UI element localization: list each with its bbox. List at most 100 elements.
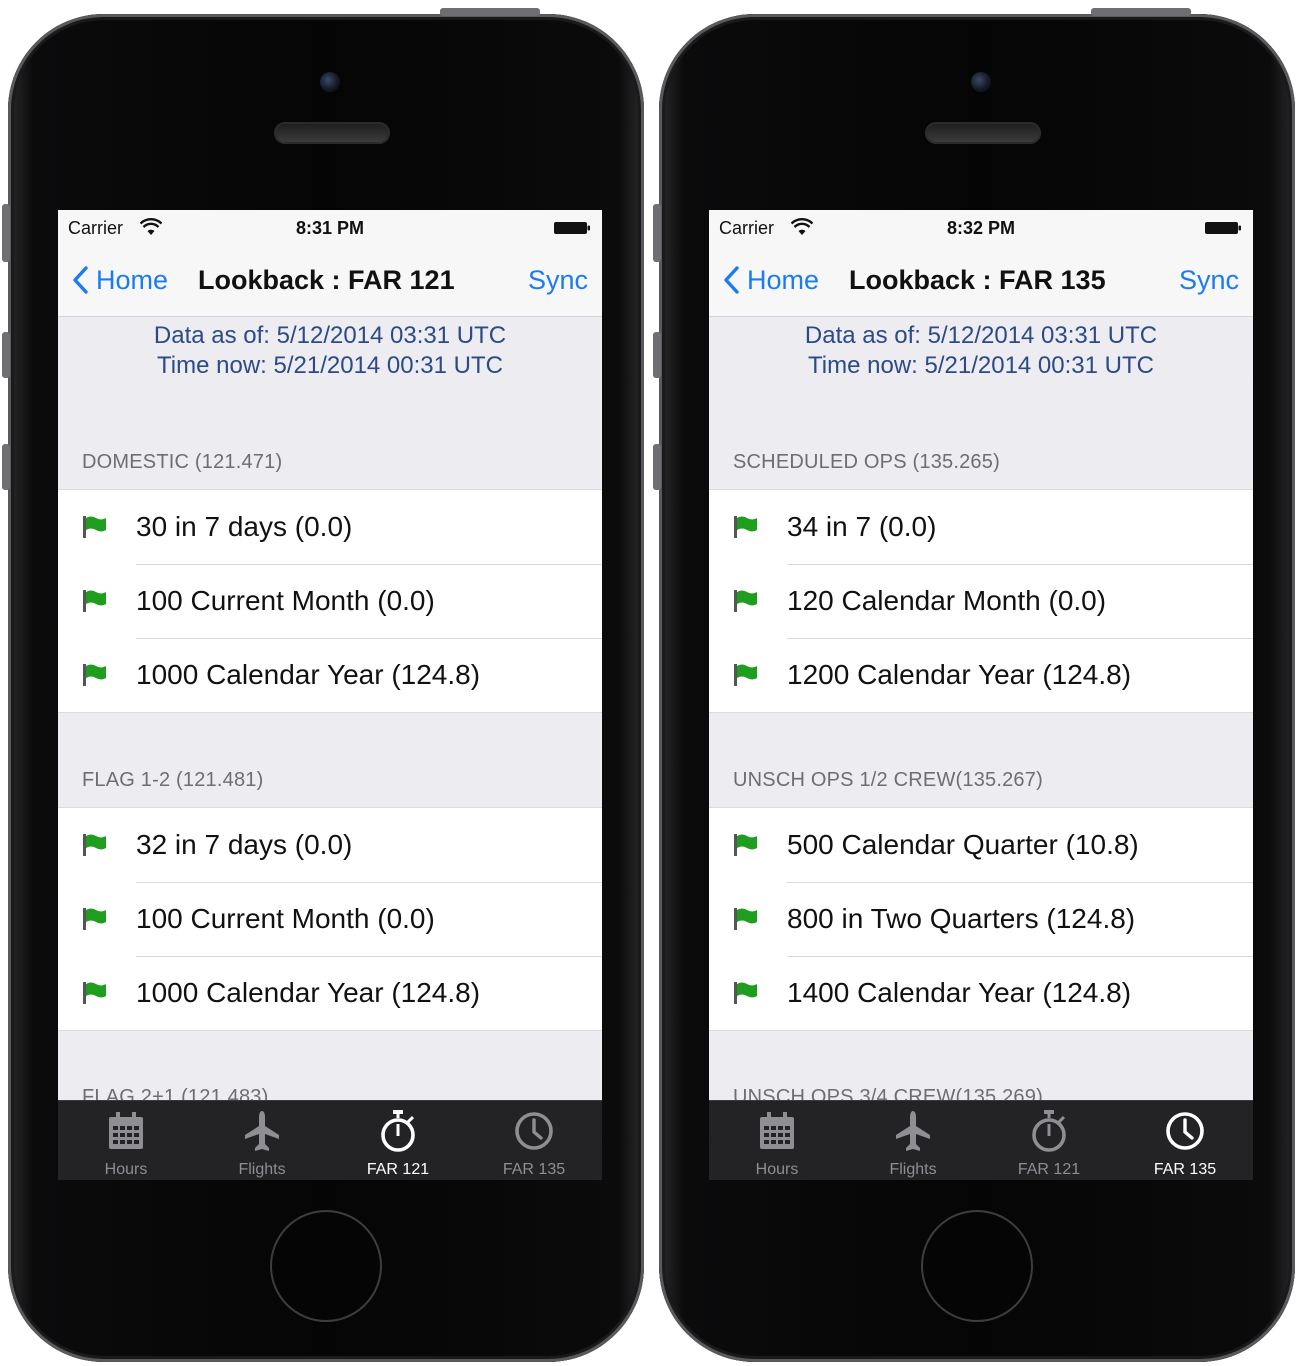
list-item-label: 34 in 7 (0.0) <box>787 511 937 542</box>
page-title: Lookback : FAR 121 <box>198 265 455 295</box>
list-item-label: 1400 Calendar Year (124.8) <box>787 977 1132 1008</box>
battery-icon <box>554 222 590 234</box>
status-time: 8:32 PM <box>946 218 1016 238</box>
list-item[interactable]: 32 in 7 days (0.0) <box>58 808 602 882</box>
tab-hours[interactable]: Hours <box>58 1101 194 1180</box>
data-info: Data as of: 5/12/2014 03:31 UTC Time now… <box>58 321 602 381</box>
green-flag-icon <box>734 590 757 612</box>
green-flag-icon <box>734 516 757 538</box>
table-view[interactable]: Data as of: 5/12/2014 03:31 UTC Time now… <box>58 317 602 1100</box>
tab-label: Flights <box>238 1161 286 1178</box>
back-button-label: Home <box>96 264 169 295</box>
section-header-unsch-ops-3-4: UNSCH OPS 3/4 CREW(135.269) <box>733 1086 1043 1100</box>
calendar-icon <box>760 1112 794 1149</box>
list-item[interactable]: 34 in 7 (0.0) <box>709 490 1253 564</box>
mute-switch <box>653 204 661 262</box>
tab-bar: Hours Flights FAR 121 FAR 135 <box>58 1100 602 1180</box>
volume-up-button <box>653 332 661 378</box>
battery-icon <box>1205 222 1241 234</box>
earpiece-speaker <box>925 122 1041 144</box>
time-now-text: Time now: 5/21/2014 00:31 UTC <box>808 352 1154 379</box>
screen: Carrier 8:32 PM Home Lookback : FAR 135 … <box>709 210 1253 1180</box>
data-info: Data as of: 5/12/2014 03:31 UTC Time now… <box>709 321 1253 381</box>
section-header-unsch-ops-1-2: UNSCH OPS 1/2 CREW(135.267) <box>733 769 1043 791</box>
power-button <box>440 8 540 16</box>
list-item-label: 120 Calendar Month (0.0) <box>787 585 1107 616</box>
chevron-left-icon <box>724 266 739 294</box>
home-button[interactable] <box>921 1210 1033 1322</box>
front-camera <box>971 72 991 92</box>
green-flag-icon <box>83 664 106 686</box>
volume-down-button <box>2 444 10 490</box>
green-flag-icon <box>734 908 757 930</box>
tab-label: Hours <box>104 1161 148 1178</box>
tab-far-121[interactable]: FAR 121 <box>330 1101 466 1180</box>
green-flag-icon <box>83 908 106 930</box>
airplane-icon <box>245 1111 279 1151</box>
section-header-flag-2-1: FLAG 2+1 (121.483) <box>82 1086 269 1100</box>
time-now-text: Time now: 5/21/2014 00:31 UTC <box>157 352 503 379</box>
front-camera <box>320 72 340 92</box>
green-flag-icon <box>734 834 757 856</box>
table-view[interactable]: Data as of: 5/12/2014 03:31 UTC Time now… <box>709 317 1253 1100</box>
list-item-label: 100 Current Month (0.0) <box>136 903 435 934</box>
sync-button[interactable]: Sync <box>528 262 588 298</box>
clock-icon <box>1166 1112 1204 1150</box>
tab-flights[interactable]: Flights <box>845 1101 981 1180</box>
list-item[interactable]: 800 in Two Quarters (124.8) <box>709 882 1253 956</box>
back-button-label: Home <box>747 264 820 295</box>
list-item[interactable]: 30 in 7 days (0.0) <box>58 490 602 564</box>
tab-flights[interactable]: Flights <box>194 1101 330 1180</box>
tab-far-135[interactable]: FAR 135 <box>466 1101 602 1180</box>
stopwatch-icon <box>381 1110 415 1152</box>
section-group-scheduled-ops: 34 in 7 (0.0) 120 Calendar Month (0.0) 1… <box>709 489 1253 713</box>
tab-label: FAR 135 <box>1153 1161 1217 1178</box>
list-item[interactable]: 120 Calendar Month (0.0) <box>709 564 1253 638</box>
navigation-bar: Home Lookback : FAR 135 Sync <box>709 244 1253 317</box>
back-button[interactable]: Home <box>723 262 819 298</box>
list-item-label: 32 in 7 days (0.0) <box>136 829 353 860</box>
list-item[interactable]: 1000 Calendar Year (124.8) <box>58 638 602 712</box>
screen: Carrier 8:31 PM Home Lookback : FAR 121 … <box>58 210 602 1180</box>
mute-switch <box>2 204 10 262</box>
sync-button[interactable]: Sync <box>1179 262 1239 298</box>
list-item[interactable]: 100 Current Month (0.0) <box>58 564 602 638</box>
navigation-bar: Home Lookback : FAR 121 Sync <box>58 244 602 317</box>
chevron-left-icon <box>73 266 88 294</box>
list-item[interactable]: 1200 Calendar Year (124.8) <box>709 638 1253 712</box>
volume-up-button <box>2 332 10 378</box>
green-flag-icon <box>83 516 106 538</box>
section-group-flag-1-2: 32 in 7 days (0.0) 100 Current Month (0.… <box>58 807 602 1031</box>
list-item-label: 800 in Two Quarters (124.8) <box>787 903 1136 934</box>
tab-far-121[interactable]: FAR 121 <box>981 1101 1117 1180</box>
data-as-of-text: Data as of: 5/12/2014 03:31 UTC <box>153 322 507 349</box>
list-item[interactable]: 500 Calendar Quarter (10.8) <box>709 808 1253 882</box>
power-button <box>1091 8 1191 16</box>
list-item[interactable]: 1400 Calendar Year (124.8) <box>709 956 1253 1030</box>
status-time: 8:31 PM <box>295 218 365 238</box>
list-item-label: 1000 Calendar Year (124.8) <box>136 977 481 1008</box>
section-header-flag-1-2: FLAG 1-2 (121.481) <box>82 769 264 791</box>
home-button[interactable] <box>270 1210 382 1322</box>
tab-label: FAR 135 <box>502 1161 566 1178</box>
data-as-of-text: Data as of: 5/12/2014 03:31 UTC <box>804 322 1158 349</box>
tab-far-135[interactable]: FAR 135 <box>1117 1101 1253 1180</box>
list-item[interactable]: 1000 Calendar Year (124.8) <box>58 956 602 1030</box>
tab-label: FAR 121 <box>366 1161 430 1178</box>
section-header-domestic: DOMESTIC (121.471) <box>82 451 283 473</box>
phone-right: Carrier 8:32 PM Home Lookback : FAR 135 … <box>653 8 1295 1362</box>
list-item[interactable]: 100 Current Month (0.0) <box>58 882 602 956</box>
list-item-label: 1200 Calendar Year (124.8) <box>787 659 1132 690</box>
airplane-icon <box>896 1111 930 1151</box>
list-item-label: 500 Calendar Quarter (10.8) <box>787 829 1139 860</box>
tab-hours[interactable]: Hours <box>709 1101 845 1180</box>
list-item-label: 1000 Calendar Year (124.8) <box>136 659 481 690</box>
list-item-label: 100 Current Month (0.0) <box>136 585 435 616</box>
phone-left: Carrier 8:31 PM Home Lookback : FAR 121 … <box>2 8 644 1362</box>
earpiece-speaker <box>274 122 390 144</box>
status-bar: Carrier 8:31 PM <box>58 210 602 244</box>
back-button[interactable]: Home <box>72 262 168 298</box>
green-flag-icon <box>83 834 106 856</box>
stopwatch-icon <box>1032 1110 1066 1152</box>
green-flag-icon <box>83 982 106 1004</box>
